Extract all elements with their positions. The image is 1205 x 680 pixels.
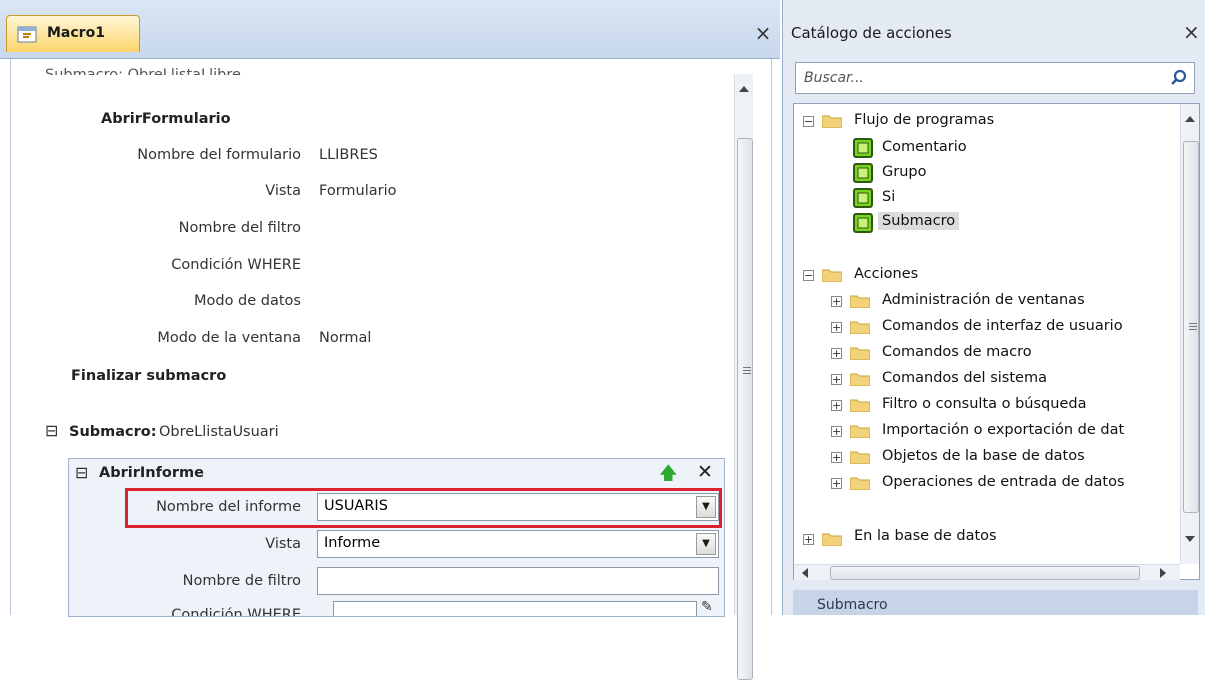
expand-icon[interactable]: +	[831, 426, 842, 437]
group-action-icon	[853, 163, 873, 183]
tree-item-comment[interactable]: Comentario	[882, 139, 967, 155]
scroll-down-arrow-icon[interactable]	[1185, 536, 1195, 542]
editor-scroll-thumb[interactable]	[737, 138, 753, 680]
tree-item-if[interactable]: Si	[882, 189, 895, 205]
expand-db-icon[interactable]: +	[803, 534, 814, 545]
form-name-value[interactable]: LLIBRES	[319, 147, 378, 163]
form-name-label: Nombre del formulario	[137, 147, 301, 163]
collapse-submacro-icon[interactable]: ⊟	[45, 421, 58, 440]
expand-icon[interactable]: +	[831, 348, 842, 359]
description-header: Submacro	[793, 590, 1198, 615]
submacro-action-icon	[853, 213, 873, 233]
partial-submacro-header: Submacro: ObreLlistaLlibre	[45, 67, 241, 75]
tree-horizontal-scrollbar[interactable]	[794, 564, 1180, 580]
close-catalog-button[interactable]: ×	[1183, 20, 1200, 44]
chevron-down-icon[interactable]: ▼	[696, 533, 716, 555]
view-value[interactable]: Formulario	[319, 183, 397, 199]
catalog-title: Catálogo de acciones	[791, 24, 952, 42]
where-condition-label: Condición WHERE	[171, 257, 301, 273]
move-up-arrow-icon[interactable]: 🡅	[659, 461, 678, 491]
report-view-dropdown[interactable]: Informe ▼	[317, 530, 719, 558]
scroll-left-arrow-icon[interactable]	[802, 568, 808, 578]
builder-pencil-icon[interactable]: ✎	[701, 599, 713, 615]
submacro-name[interactable]: ObreLlistaUsuari	[159, 424, 279, 440]
folder-icon	[850, 399, 870, 412]
action-catalog-panel: Catálogo de acciones × Buscar... − Flujo…	[782, 0, 1205, 615]
scroll-up-arrow-icon[interactable]	[739, 86, 749, 92]
document-tab-bar: Macro1 ×	[0, 0, 780, 59]
expand-icon[interactable]: +	[831, 374, 842, 385]
tree-item-group[interactable]: Grupo	[882, 164, 926, 180]
tree-scroll-thumb[interactable]	[1183, 141, 1199, 513]
window-mode-value[interactable]: Normal	[319, 330, 371, 346]
expand-icon[interactable]: +	[831, 452, 842, 463]
comment-action-icon	[853, 138, 873, 158]
expand-icon[interactable]: +	[831, 322, 842, 333]
folder-icon	[822, 269, 842, 282]
catalog-tree: − Flujo de programas Comentario Grupo Si…	[793, 103, 1200, 580]
folder-icon	[822, 115, 842, 128]
macro-designer-panel: Macro1 × Submacro: ObreLlistaLlibre Abri…	[0, 0, 780, 680]
catalog-header: Catálogo de acciones ×	[783, 18, 1205, 50]
folder-icon	[850, 295, 870, 308]
if-action-icon	[853, 188, 873, 208]
tree-item-db-objects[interactable]: Objetos de la base de datos	[882, 448, 1085, 464]
tree-vertical-scrollbar[interactable]	[1180, 104, 1199, 564]
tree-group-flow[interactable]: Flujo de programas	[854, 112, 994, 128]
filter-name-label: Nombre del filtro	[178, 220, 301, 236]
collapse-flow-icon[interactable]: −	[803, 116, 814, 127]
expand-icon[interactable]: +	[831, 400, 842, 411]
report-view-label: Vista	[265, 536, 301, 552]
collapse-action-icon[interactable]: ⊟	[75, 463, 88, 482]
scroll-up-arrow-icon[interactable]	[1185, 116, 1195, 122]
expand-icon[interactable]: +	[831, 478, 842, 489]
tree-item-ui-commands[interactable]: Comandos de interfaz de usuario	[882, 318, 1123, 334]
submacro-keyword: Submacro:	[69, 424, 157, 440]
description-title: Submacro	[817, 597, 888, 613]
report-view-value: Informe	[324, 535, 381, 551]
tree-item-system-commands[interactable]: Comandos del sistema	[882, 370, 1047, 386]
report-filter-input[interactable]	[317, 567, 719, 595]
open-report-action-block: ⊟ AbrirInforme 🡅 ✕ Nombre del informe US…	[68, 458, 725, 617]
search-placeholder: Buscar...	[804, 70, 864, 86]
end-submacro-label[interactable]: Finalizar submacro	[71, 368, 226, 384]
macro-icon	[17, 26, 37, 43]
folder-icon	[850, 347, 870, 360]
collapse-actions-icon[interactable]: −	[803, 270, 814, 281]
tree-hscroll-thumb[interactable]	[830, 566, 1140, 580]
folder-icon	[850, 451, 870, 464]
tree-item-filter-query[interactable]: Filtro o consulta o búsqueda	[882, 396, 1086, 412]
open-report-action-title: AbrirInforme	[99, 465, 204, 481]
tree-item-data-entry[interactable]: Operaciones de entrada de datos	[882, 474, 1178, 490]
catalog-search-input[interactable]: Buscar...	[795, 62, 1195, 94]
tree-item-window-mgmt[interactable]: Administración de ventanas	[882, 292, 1085, 308]
tree-group-actions[interactable]: Acciones	[854, 266, 918, 282]
folder-icon	[850, 477, 870, 490]
expand-icon[interactable]: +	[831, 296, 842, 307]
report-where-input[interactable]	[333, 601, 697, 616]
report-filter-label: Nombre de filtro	[182, 573, 301, 589]
highlight-box	[125, 488, 722, 528]
tab-label: Macro1	[47, 25, 105, 41]
tree-item-import-export[interactable]: Importación o exportación de dat	[882, 422, 1178, 438]
folder-icon	[850, 425, 870, 438]
folder-icon	[822, 533, 842, 546]
window-mode-label: Modo de la ventana	[157, 330, 301, 346]
data-mode-label: Modo de datos	[193, 293, 301, 309]
search-icon[interactable]	[1170, 69, 1188, 87]
view-label: Vista	[265, 183, 301, 199]
delete-action-icon[interactable]: ✕	[697, 461, 713, 483]
folder-icon	[850, 321, 870, 334]
tree-group-in-database[interactable]: En la base de datos	[854, 528, 997, 544]
folder-icon	[850, 373, 870, 386]
close-macro-button[interactable]: ×	[752, 22, 774, 44]
tree-item-submacro[interactable]: Submacro	[878, 212, 960, 230]
tree-item-macro-commands[interactable]: Comandos de macro	[882, 344, 1032, 360]
scroll-right-arrow-icon[interactable]	[1160, 568, 1166, 578]
editor-vertical-scrollbar[interactable]	[734, 74, 753, 680]
tab-macro1[interactable]: Macro1	[6, 15, 140, 52]
open-form-action-title[interactable]: AbrirFormulario	[101, 111, 231, 127]
